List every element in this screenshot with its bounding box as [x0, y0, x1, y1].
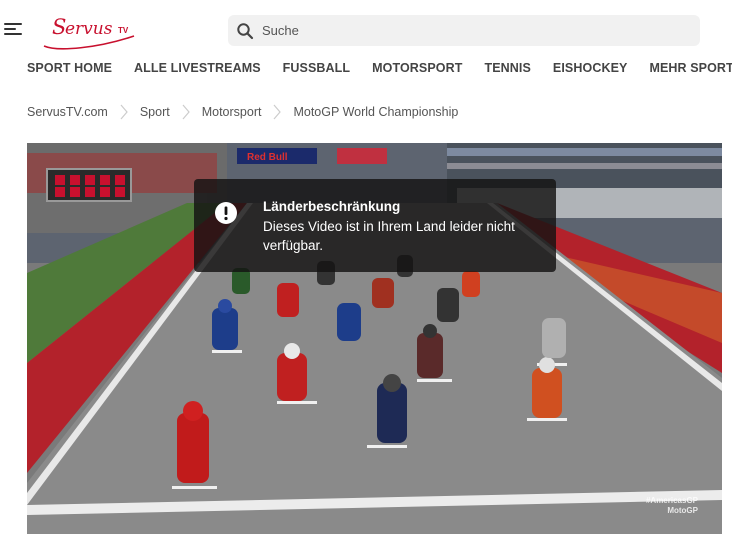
chevron-right-icon: [274, 104, 282, 120]
breadcrumb-sport[interactable]: Sport: [140, 105, 170, 119]
video-player[interactable]: Red Bull Länderbeschränkung Dieses Video…: [27, 143, 722, 534]
search-icon: [237, 23, 254, 40]
nav-eishockey[interactable]: EISHOCKEY: [553, 61, 628, 77]
breadcrumb-current: MotoGP World Championship: [293, 105, 459, 119]
svg-text:Red Bull: Red Bull: [247, 152, 288, 163]
servustv-logo[interactable]: S ervus TV: [38, 6, 138, 52]
svg-text:TV: TV: [118, 26, 129, 35]
nav-alle-livestreams[interactable]: ALLE LIVESTREAMS: [134, 61, 261, 77]
chevron-right-icon: [182, 104, 190, 120]
search-bar[interactable]: [228, 15, 700, 46]
nav-fussball[interactable]: FUSSBALL: [283, 61, 350, 77]
breadcrumb-servustv[interactable]: ServusTV.com: [27, 105, 108, 119]
restriction-message: Dieses Video ist in Ihrem Land leider ni…: [263, 219, 515, 253]
nav-sport-home[interactable]: SPORT HOME: [27, 61, 112, 77]
restriction-title: Länderbeschränkung: [263, 199, 401, 214]
motogp-watermark: #AmericasGP MotoGP: [646, 496, 698, 516]
chevron-right-icon: [120, 104, 128, 120]
geo-restriction-overlay: Länderbeschränkung Dieses Video ist in I…: [194, 179, 556, 272]
search-input[interactable]: [262, 15, 682, 46]
alert-icon: [215, 202, 237, 224]
watermark-brand: MotoGP: [667, 506, 698, 515]
nav-motorsport[interactable]: MOTORSPORT: [372, 61, 462, 77]
svg-text:ervus: ervus: [65, 19, 113, 39]
breadcrumb-motorsport[interactable]: Motorsport: [202, 105, 262, 119]
site-header: S ervus TV: [0, 0, 732, 58]
watermark-hashtag: #AmericasGP: [645, 496, 698, 505]
nav-mehr-sport[interactable]: MEHR SPORT: [649, 61, 732, 77]
sport-nav: SPORT HOME ALLE LIVESTREAMS FUSSBALL MOT…: [27, 61, 732, 77]
nav-tennis[interactable]: TENNIS: [484, 61, 530, 77]
menu-icon[interactable]: [4, 22, 22, 36]
breadcrumb: ServusTV.com Sport Motorsport MotoGP Wor…: [27, 104, 458, 120]
